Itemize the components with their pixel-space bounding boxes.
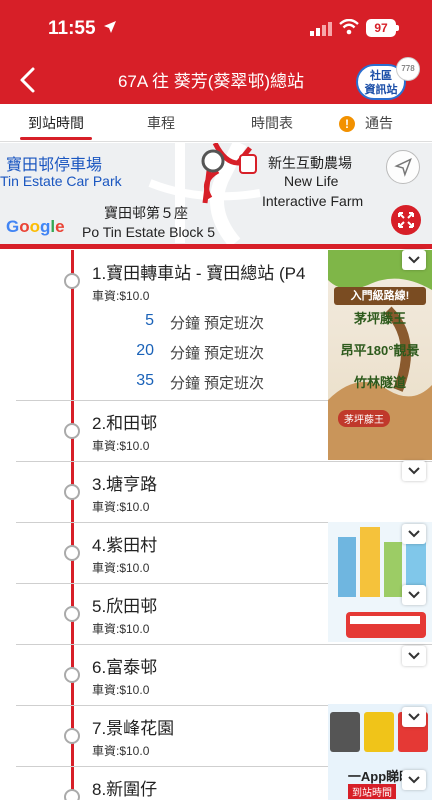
status-time: 11:55 [48,18,96,39]
stop-dot [64,667,80,683]
community-label-line2: 資訊站 [364,84,398,96]
chevron-down-icon[interactable] [402,250,426,270]
ad-line: 昂平180°靚景 [340,343,420,358]
eta-minutes: 20 [136,342,154,359]
map-label-carpark-en: Tin Estate Car Park [0,173,122,189]
chevron-down-icon[interactable] [402,524,426,544]
community-info-button[interactable]: 社區 資訊站 778 [356,57,420,100]
stop-name: 1.寶田轉車站 - 寶田總站 (P4 [92,264,306,283]
tab-journey[interactable]: 車程 [136,104,186,142]
stop-name: 7.景峰花園 [92,719,175,738]
stop-fare: 車資:$10.0 [92,500,150,514]
eta-note: 預定班次 [204,375,265,392]
stop-name: 5.欣田邨 [92,597,158,616]
eta-unit: 分鐘 [170,375,201,392]
chevron-down-icon[interactable] [402,707,426,727]
stop-dot [64,789,80,800]
eta-unit: 分鐘 [170,315,201,332]
map-label-carpark-zh: 寶田邨停車場 [6,157,103,174]
stop-fare: 車資:$10.0 [92,683,150,697]
stop-name: 6.富泰邨 [92,658,158,677]
expand-map-icon[interactable] [391,205,421,235]
cellular-signal-icon [310,22,332,36]
eta-row: 35 分鐘 預定班次 [92,372,312,398]
stop-dot [64,606,80,622]
stop-fare: 車資:$10.0 [92,744,150,758]
stop-dot [64,423,80,439]
tab-bar: 到站時間 車程 時間表 ! 通告 [0,104,432,142]
navigation-bar: 67A 往 葵芳(葵翠邨)總站 社區 資訊站 778 [0,54,432,104]
stop-name: 8.新圍仔 [92,780,158,799]
chevron-down-icon[interactable] [402,646,426,666]
google-logo: Google [6,217,65,236]
back-arrow-icon[interactable] [16,66,40,94]
stop-dot [64,545,80,561]
tab-timetable[interactable]: 時間表 [242,104,302,142]
ad-banner-hiking[interactable]: 入門級路線! 茅坪藤王 昂平180°靚景 竹林隧道 茅坪藤王 [328,250,432,460]
map-label-block-en: Po Tin Estate Block 5 [82,224,216,240]
stop-name: 3.塘亨路 [92,475,158,494]
map-label-farm-en-1: New Life [284,173,339,189]
tab-notices[interactable]: ! 通告 [326,104,406,142]
ad-location-tag: 茅坪藤王 [338,410,390,427]
stop-item[interactable]: 6.富泰邨 車資:$10.0 [0,645,432,705]
route-title: 67A 往 葵芳(葵翠邨)總站 [117,72,305,91]
tab-arrival-time[interactable]: 到站時間 [20,104,92,142]
chevron-down-icon[interactable] [402,585,426,605]
app-header: 11:55 97 67A 往 葵芳(葵翠邨)總站 社區 資訊站 778 [0,0,432,104]
eta-minutes: 35 [136,372,154,389]
eta-row: 5 分鐘 預定班次 [92,312,312,338]
stop-dot [64,728,80,744]
stop-name: 4.紫田村 [92,536,158,555]
map-label-farm-zh: 新生互動農場 [268,155,352,171]
eta-note: 預定班次 [204,315,265,332]
map-label-farm-en-2: Interactive Farm [262,193,364,209]
route-map[interactable]: 寶田邨停車場 Tin Estate Car Park 新生互動農場 New Li… [0,143,432,244]
map-label-block-zh: 寶田邨第５座 [104,205,188,221]
chevron-down-icon[interactable] [402,461,426,481]
stop-fare: 車資:$10.0 [92,622,150,636]
stop-item[interactable]: 3.塘亨路 車資:$10.0 [0,462,432,522]
tab-notices-label: 通告 [365,115,393,131]
wifi-icon [339,19,359,35]
map-divider [0,244,432,249]
chevron-down-icon[interactable] [402,770,426,790]
community-badge: 778 [396,57,420,81]
ad-line: 竹林隧道 [353,375,406,390]
stop-dot [64,484,80,500]
battery-indicator: 97 [366,19,399,37]
compass-icon[interactable] [386,150,420,184]
stop-fare: 車資:$10.0 [92,561,150,575]
ad-heading: 入門級路線! [334,287,426,305]
stop-name: 2.和田邨 [92,414,158,433]
ad-app-sub: 到站時間 [348,784,396,799]
stop-dot [64,273,80,289]
ad-line: 茅坪藤王 [353,311,406,326]
eta-unit: 分鐘 [170,345,201,362]
location-arrow-icon [104,21,116,33]
stop-fare: 車資:$10.0 [92,439,150,453]
warning-icon: ! [339,116,355,133]
stop-fare: 車資:$10.0 [92,289,150,303]
eta-note: 預定班次 [204,345,265,362]
status-bar: 11:55 97 [0,0,432,54]
eta-minutes: 5 [145,312,154,329]
eta-row: 20 分鐘 預定班次 [92,342,312,368]
